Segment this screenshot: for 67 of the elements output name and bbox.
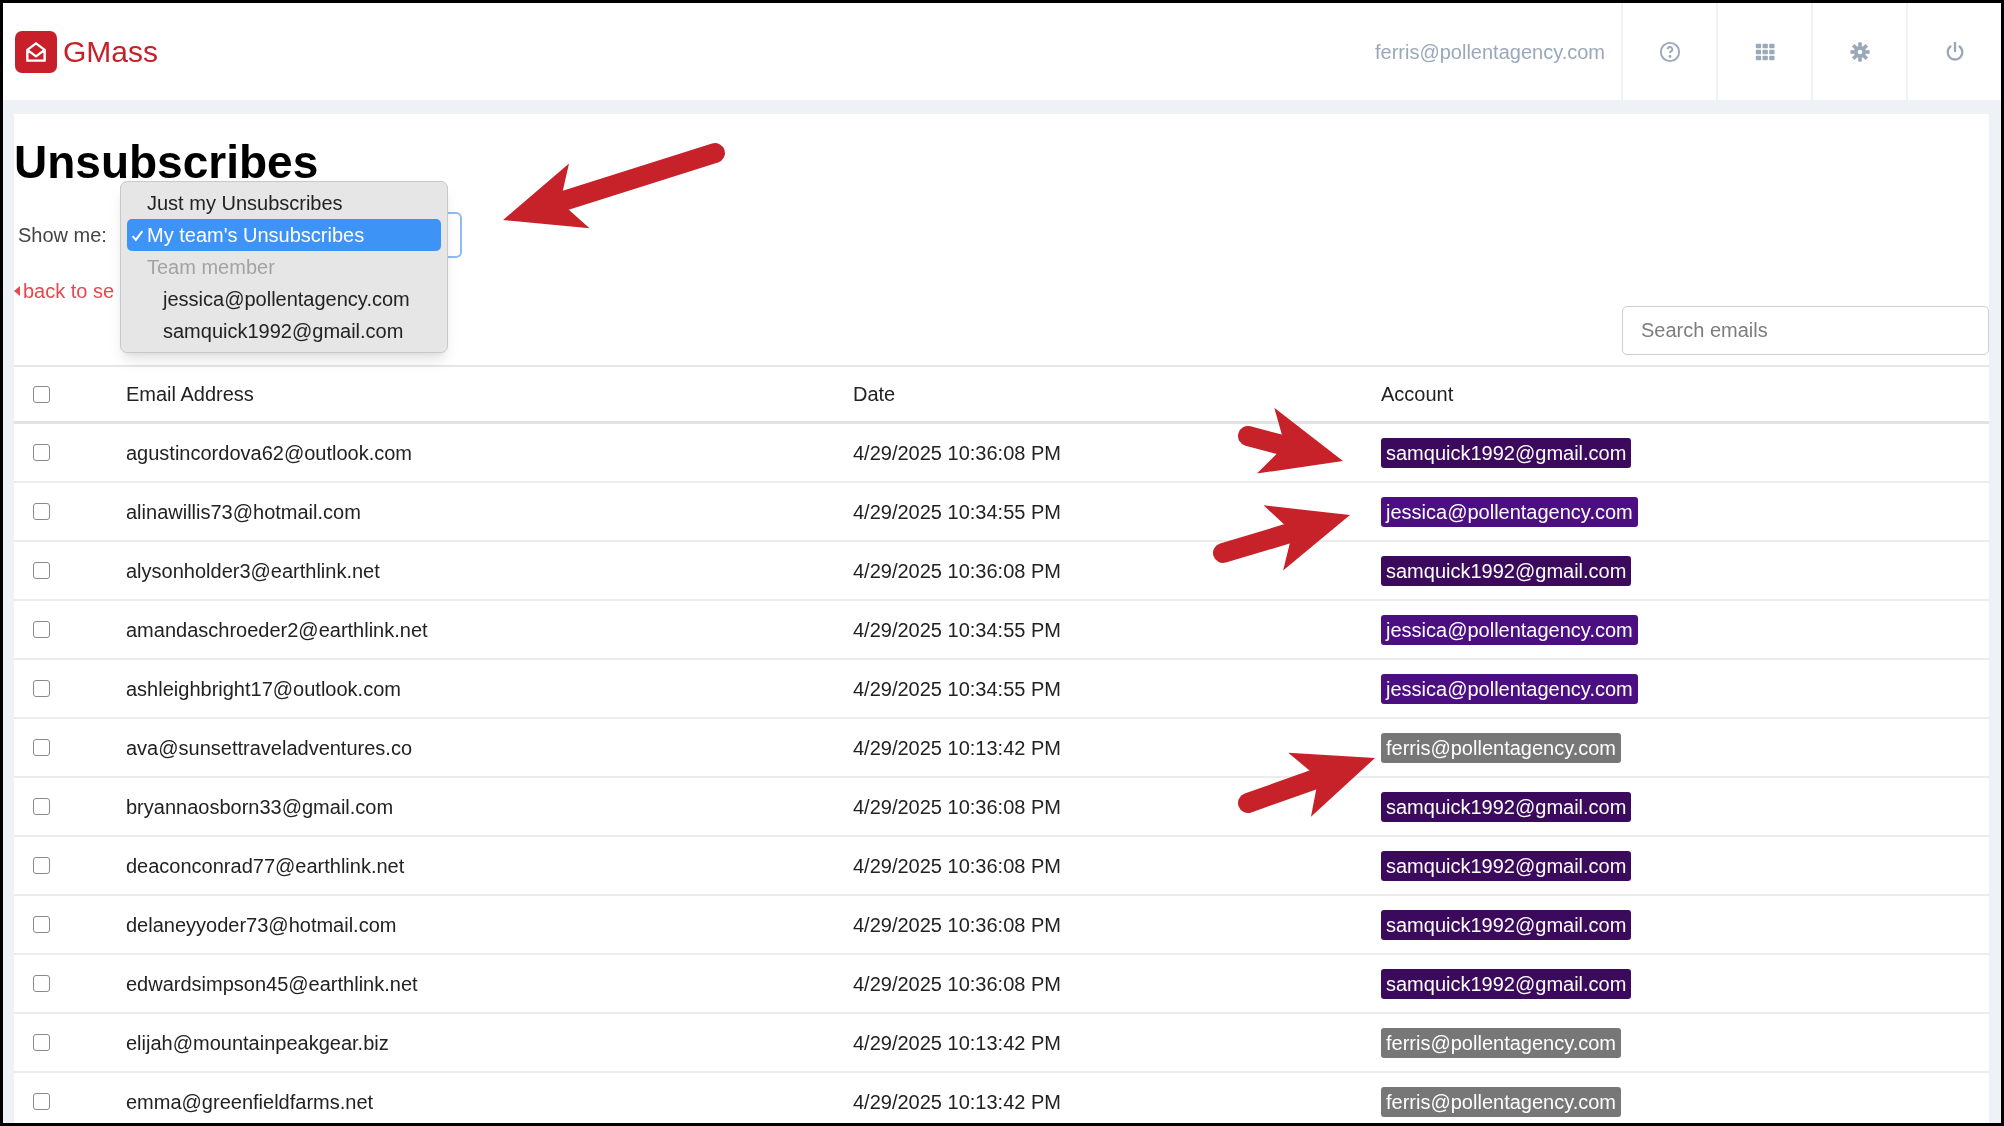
show-me-label: Show me:: [17, 223, 107, 248]
date-cell-text: 4/29/2025 10:34:55 PM: [853, 617, 1061, 643]
checkbox[interactable]: [33, 916, 50, 933]
checkbox[interactable]: [33, 975, 50, 992]
account-tag: ferris@pollentagency.com: [1381, 1086, 1622, 1117]
account-tag: jessica@pollentagency.com: [1381, 614, 1638, 645]
email-cell-text: ava@sunsettraveladventures.co: [126, 735, 412, 761]
checkbox[interactable]: [33, 562, 50, 579]
checkmark-icon: [130, 228, 144, 242]
dropdown-option[interactable]: jessica@pollentagency.com: [127, 283, 441, 315]
dropdown-option[interactable]: Just my Unsubscribes: [127, 187, 441, 219]
date-cell-text: 4/29/2025 10:13:42 PM: [853, 1089, 1061, 1115]
date-cell-text: 4/29/2025 10:36:08 PM: [853, 853, 1061, 879]
email-cell-text: emma@greenfieldfarms.net: [126, 1089, 374, 1115]
settings-icon: [1848, 40, 1871, 63]
email-cell-text: deaconconrad77@earthlink.net: [126, 853, 405, 879]
date-cell-text: 4/29/2025 10:36:08 PM: [853, 912, 1061, 938]
caret-icon: [14, 286, 20, 296]
email-cell-text: alysonholder3@earthlink.net: [126, 558, 380, 584]
back-link[interactable]: back to se: [14, 276, 115, 306]
column-header: Email Address: [126, 382, 254, 407]
date-cell-text: 4/29/2025 10:36:08 PM: [853, 558, 1061, 584]
account-tag: samquick1992@gmail.com: [1381, 968, 1632, 999]
account-tag: jessica@pollentagency.com: [1381, 673, 1638, 704]
search-field[interactable]: Search emails: [1622, 306, 1989, 355]
email-cell-text: ashleighbright17@outlook.com: [126, 676, 401, 702]
date-cell-text: 4/29/2025 10:13:42 PM: [853, 735, 1061, 761]
account-tag: samquick1992@gmail.com: [1381, 791, 1632, 822]
account-tag: ferris@pollentagency.com: [1381, 732, 1622, 763]
email-cell-text: edwardsimpson45@earthlink.net: [126, 971, 418, 997]
checkbox[interactable]: [33, 1093, 50, 1110]
account-tag: samquick1992@gmail.com: [1381, 555, 1632, 586]
column-header: Date: [853, 382, 896, 407]
column-header: Account: [1381, 382, 1454, 407]
email-cell-text: amandaschroeder2@earthlink.net: [126, 617, 428, 643]
logo-icon: [15, 30, 57, 73]
checkbox[interactable]: [33, 798, 50, 815]
dropdown-group-label: Team member: [146, 255, 276, 280]
checkbox[interactable]: [33, 680, 50, 697]
date-cell-text: 4/29/2025 10:36:08 PM: [853, 971, 1061, 997]
account-tag: ferris@pollentagency.com: [1381, 1027, 1622, 1058]
brand-name: GMass: [63, 34, 158, 70]
user-email: ferris@pollentagency.com: [1374, 39, 1606, 65]
checkbox[interactable]: [33, 1034, 50, 1051]
date-cell-text: 4/29/2025 10:34:55 PM: [853, 676, 1061, 702]
account-tag: samquick1992@gmail.com: [1381, 909, 1632, 940]
account-tag: samquick1992@gmail.com: [1381, 850, 1632, 881]
account-tag: samquick1992@gmail.com: [1381, 437, 1632, 468]
account-tag: jessica@pollentagency.com: [1381, 496, 1638, 527]
email-cell-text: elijah@mountainpeakgear.biz: [126, 1030, 389, 1056]
email-cell-text: bryannaosborn33@gmail.com: [126, 794, 394, 820]
date-cell-text: 4/29/2025 10:36:08 PM: [853, 794, 1061, 820]
help-icon: [1658, 40, 1681, 63]
checkbox[interactable]: [33, 503, 50, 520]
page-title: Unsubscribes: [14, 135, 319, 190]
date-cell-text: 4/29/2025 10:34:55 PM: [853, 499, 1061, 525]
email-cell-text: agustincordova62@outlook.com: [126, 440, 413, 466]
checkbox[interactable]: [33, 739, 50, 756]
date-cell-text: 4/29/2025 10:13:42 PM: [853, 1030, 1061, 1056]
checkbox[interactable]: [33, 857, 50, 874]
dropdown-option[interactable]: samquick1992@gmail.com: [127, 315, 441, 347]
email-cell-text: alinawillis73@hotmail.com: [126, 499, 361, 525]
checkbox[interactable]: [33, 621, 50, 638]
date-cell-text: 4/29/2025 10:36:08 PM: [853, 440, 1061, 466]
checkbox[interactable]: [33, 444, 50, 461]
email-cell-text: delaneyyoder73@hotmail.com: [126, 912, 397, 938]
checkbox[interactable]: [33, 385, 50, 403]
